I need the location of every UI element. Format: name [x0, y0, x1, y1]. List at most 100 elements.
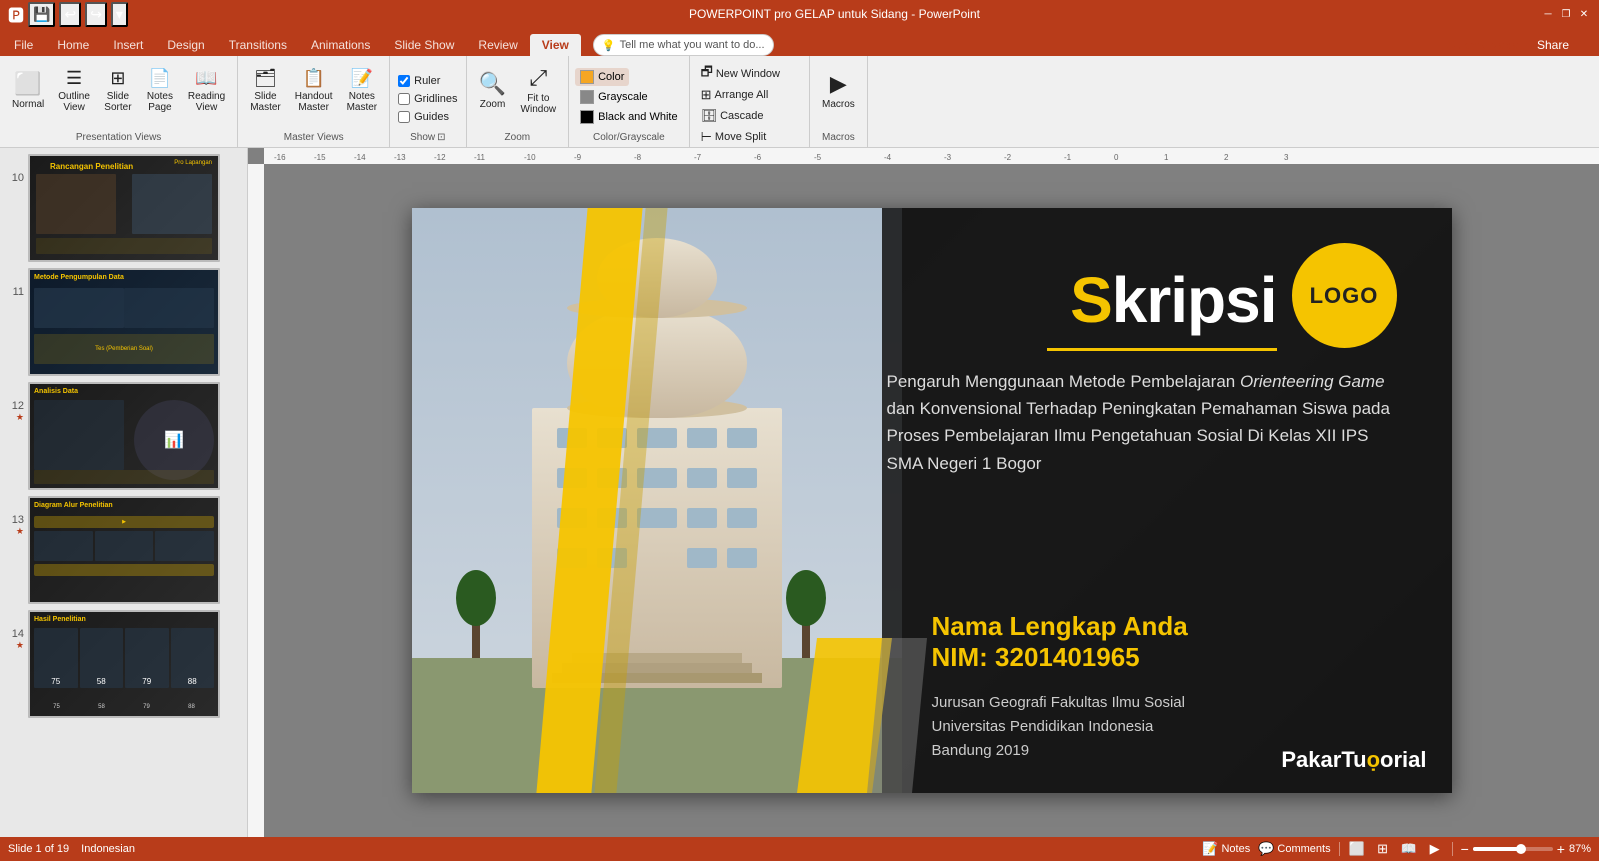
tab-view[interactable]: View	[530, 34, 581, 56]
more-quick-btn[interactable]: ▾	[111, 2, 128, 27]
slide-item-14[interactable]: 14 ★ Hasil Penelitian 75 58 79	[0, 608, 247, 720]
gridlines-checkbox[interactable]: Gridlines	[396, 92, 459, 106]
slide-info: Slide 1 of 19	[8, 843, 69, 855]
macros-btn[interactable]: ▶ Macros	[816, 60, 861, 120]
svg-text:-14: -14	[354, 153, 366, 162]
ribbon-group-presentation-views: ⬜ Normal ☰ OutlineView ⊞ SlideSorter 📄 N…	[0, 56, 238, 147]
grayscale-option[interactable]: Grayscale	[575, 88, 653, 106]
fit-to-window-btn[interactable]: ⤢ Fit toWindow	[515, 60, 563, 120]
slide-master-icon: 🗂	[254, 68, 277, 89]
save-quick-btn[interactable]: 💾	[28, 2, 55, 27]
svg-text:2: 2	[1224, 153, 1229, 162]
slide-thumb-12[interactable]: Analisis Data 📊	[28, 382, 220, 490]
notes-btn[interactable]: 📝 Notes	[1202, 841, 1250, 857]
svg-text:-12: -12	[434, 153, 446, 162]
ruler-h-svg: -16 -15 -14 -13 -12 -11 -10 -9 -8 -7 -6 …	[264, 148, 1599, 164]
reading-view-btn[interactable]: 📖 ReadingView	[182, 60, 231, 120]
slide-item-11[interactable]: 11 Metode Pengumpulan Data Tes (Pemberia…	[0, 266, 247, 378]
zoom-in-btn[interactable]: +	[1557, 841, 1565, 857]
slide-item-13[interactable]: 13 ★ Diagram Alur Penelitian ▶	[0, 494, 247, 606]
notes-icon: 📝	[1202, 841, 1218, 857]
normal-icon: ⬜	[14, 71, 41, 97]
brand-dot: ọ	[1367, 747, 1380, 772]
svg-text:1: 1	[1164, 153, 1169, 162]
ruler-checkbox[interactable]: Ruler	[396, 74, 442, 88]
move-split-icon: ⊢	[701, 129, 712, 145]
logo-circle: LOGO	[1292, 243, 1397, 348]
slide-title: Skripsi	[1070, 263, 1276, 337]
handout-master-btn[interactable]: 📋 HandoutMaster	[289, 60, 339, 120]
outline-view-btn[interactable]: ☰ OutlineView	[52, 60, 96, 120]
zoom-controls: − + 87%	[1461, 841, 1591, 857]
slide-thumb-14[interactable]: Hasil Penelitian 75 58 79 88	[28, 610, 220, 718]
tab-home[interactable]: Home	[45, 34, 101, 56]
tab-animations[interactable]: Animations	[299, 34, 382, 56]
restore-btn[interactable]: ❐	[1559, 7, 1573, 21]
normal-view-status-btn[interactable]: ⬜	[1348, 840, 1366, 858]
tab-insert[interactable]: Insert	[101, 34, 155, 56]
title-underline	[1047, 348, 1277, 351]
close-btn[interactable]: ✕	[1577, 7, 1591, 21]
slide-thumb-11[interactable]: Metode Pengumpulan Data Tes (Pemberian S…	[28, 268, 220, 376]
slide-thumb-10[interactable]: Rancangan Penelitian Pro Lapangan	[28, 154, 220, 262]
language-label: Indonesian	[81, 843, 135, 855]
window-title: POWERPOINT pro GELAP untuk Sidang - Powe…	[128, 7, 1541, 21]
guides-checkbox[interactable]: Guides	[396, 110, 451, 124]
zoom-btn[interactable]: 🔍 Zoom	[473, 60, 513, 120]
normal-view-btn[interactable]: ⬜ Normal	[6, 60, 50, 120]
tab-review[interactable]: Review	[466, 34, 529, 56]
black-white-option[interactable]: Black and White	[575, 108, 682, 126]
zoom-thumb[interactable]	[1516, 844, 1526, 854]
color-option[interactable]: Color	[575, 68, 629, 86]
zoom-slider[interactable]	[1473, 847, 1553, 851]
arrange-all-btn[interactable]: ⊞Arrange All	[696, 85, 774, 105]
slide-number-13: 13 ★	[6, 496, 24, 537]
slide-sorter-btn[interactable]: ⊞ SlideSorter	[98, 60, 138, 120]
slide-item-12[interactable]: 12 ★ Analisis Data 📊	[0, 380, 247, 492]
move-split-btn[interactable]: ⊢Move Split	[696, 127, 772, 147]
svg-text:-15: -15	[314, 153, 326, 162]
canvas-area[interactable]: LOGO Skripsi Pengaruh Menggunaan Metode …	[264, 164, 1599, 837]
show-expand-icon[interactable]: ⊡	[437, 132, 445, 143]
comments-btn[interactable]: 💬 Comments	[1258, 841, 1330, 857]
minimize-btn[interactable]: ─	[1541, 7, 1555, 21]
svg-text:-6: -6	[754, 153, 762, 162]
ribbon-group-show: Ruler Gridlines Guides Show ⊡	[390, 56, 466, 147]
svg-text:-13: -13	[394, 153, 406, 162]
fit-window-icon: ⤢	[530, 65, 548, 91]
tab-transitions[interactable]: Transitions	[217, 34, 299, 56]
svg-text:-8: -8	[634, 153, 642, 162]
sorter-view-status-btn[interactable]: ⊞	[1374, 840, 1392, 858]
notes-page-btn[interactable]: 📄 NotesPage	[140, 60, 180, 120]
reading-view-status-btn[interactable]: 📖	[1400, 840, 1418, 858]
ribbon-group-macros: ▶ Macros Macros	[810, 56, 868, 147]
svg-text:3: 3	[1284, 153, 1289, 162]
zoom-out-btn[interactable]: −	[1461, 841, 1469, 857]
tell-me-bar[interactable]: 💡 Tell me what you want to do...	[593, 34, 774, 56]
slideshow-status-btn[interactable]: ▶	[1426, 840, 1444, 858]
slide-panel: 10 Rancangan Penelitian Pro Lapangan 11 …	[0, 148, 248, 837]
svg-text:-7: -7	[694, 153, 702, 162]
share-button[interactable]: Share	[1527, 35, 1579, 55]
tab-file[interactable]: File	[2, 34, 45, 56]
zoom-level: 87%	[1569, 843, 1591, 855]
ruler-horizontal: -16 -15 -14 -13 -12 -11 -10 -9 -8 -7 -6 …	[264, 148, 1599, 164]
tab-slideshow[interactable]: Slide Show	[382, 34, 466, 56]
slide-thumb-13[interactable]: Diagram Alur Penelitian ▶	[28, 496, 220, 604]
show-label: Show ⊡	[396, 132, 459, 145]
brand-tu: Tu	[1341, 747, 1366, 772]
user-area: Sukma Naga Share	[1439, 35, 1587, 55]
undo-btn[interactable]: ↩	[59, 2, 81, 27]
svg-text:-4: -4	[884, 153, 892, 162]
svg-text:-2: -2	[1004, 153, 1012, 162]
slide-master-btn[interactable]: 🗂 SlideMaster	[244, 60, 287, 120]
cascade-icon: 🗄	[701, 108, 718, 124]
svg-text:-1: -1	[1064, 153, 1072, 162]
new-window-btn[interactable]: 🗗New Window	[696, 64, 785, 84]
tab-design[interactable]: Design	[155, 34, 216, 56]
slide-item-10[interactable]: 10 Rancangan Penelitian Pro Lapangan	[0, 152, 247, 264]
redo-btn[interactable]: ↪	[85, 2, 107, 27]
cascade-btn[interactable]: 🗄Cascade	[696, 106, 769, 126]
powerpoint-logo-icon: 🅿	[8, 2, 24, 26]
notes-master-btn[interactable]: 📝 NotesMaster	[341, 60, 384, 120]
